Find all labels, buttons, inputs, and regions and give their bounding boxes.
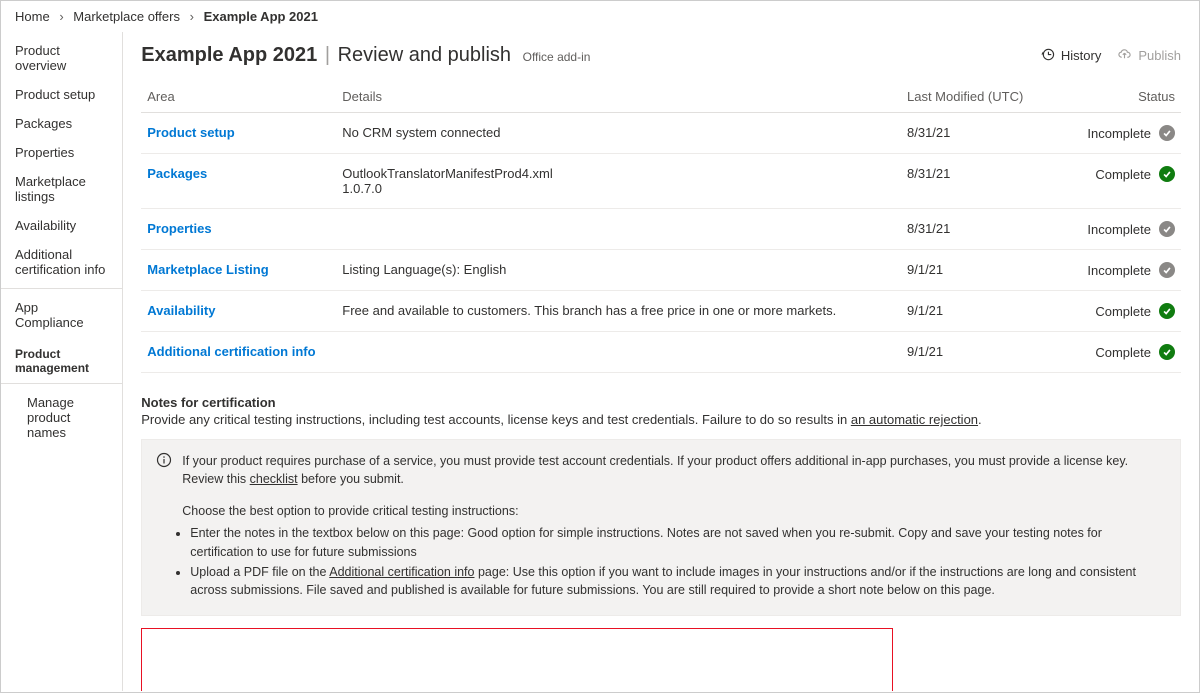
chevron-right-icon: › [190, 9, 194, 24]
additional-cert-info-link[interactable]: Additional certification info [329, 565, 474, 579]
table-row: Product setup No CRM system connected8/31… [141, 113, 1181, 154]
sidebar-item-app-compliance[interactable]: App Compliance [1, 293, 122, 337]
last-modified-cell: 9/1/21 [901, 250, 1041, 291]
sidebar-item-packages[interactable]: Packages [1, 109, 122, 138]
area-link[interactable]: Marketplace Listing [147, 262, 268, 277]
area-link[interactable]: Properties [147, 221, 211, 236]
table-row: Additional certification info 9/1/21 Compl… [141, 332, 1181, 373]
col-last-modified: Last Modified (UTC) [901, 81, 1041, 113]
incomplete-icon [1159, 125, 1175, 141]
history-button[interactable]: History [1040, 47, 1101, 65]
info-icon [156, 452, 172, 488]
table-row: Marketplace Listing Listing Language(s): … [141, 250, 1181, 291]
col-status: Status [1041, 81, 1181, 113]
sidebar-item-product-overview[interactable]: Product overview [1, 36, 122, 80]
status-table: Area Details Last Modified (UTC) Status … [141, 81, 1181, 373]
col-area: Area [141, 81, 336, 113]
sidebar-item-marketplace-listings[interactable]: Marketplace listings [1, 167, 122, 211]
sidebar-section-product-management: Product management [1, 337, 122, 379]
area-link[interactable]: Additional certification info [147, 344, 315, 359]
details-cell: Listing Language(s): English [336, 250, 901, 291]
status-text: Incomplete [1087, 126, 1151, 141]
details-cell [336, 209, 901, 250]
status-text: Incomplete [1087, 263, 1151, 278]
area-link[interactable]: Packages [147, 166, 207, 181]
details-cell [336, 332, 901, 373]
incomplete-icon [1159, 262, 1175, 278]
area-link[interactable]: Product setup [147, 125, 234, 140]
chevron-right-icon: › [59, 9, 63, 24]
sidebar: Product overview Product setup Packages … [1, 32, 123, 691]
last-modified-cell: 8/31/21 [901, 154, 1041, 209]
publish-icon [1117, 47, 1132, 65]
breadcrumb-current: Example App 2021 [204, 9, 318, 24]
publish-cmd-button: Publish [1117, 47, 1181, 65]
notes-info-box: If your product requires purchase of a s… [141, 439, 1181, 616]
notes-textarea[interactable] [141, 628, 893, 691]
sidebar-item-properties[interactable]: Properties [1, 138, 122, 167]
sidebar-item-additional-certification-info[interactable]: Additional certification info [1, 240, 122, 284]
page-title: Example App 2021 | Review and publish Of… [141, 44, 590, 67]
notes-subtitle: Provide any critical testing instruction… [141, 412, 1181, 427]
details-cell: No CRM system connected [336, 113, 901, 154]
status-text: Incomplete [1087, 222, 1151, 237]
details-cell: Free and available to customers. This br… [336, 291, 901, 332]
incomplete-icon [1159, 221, 1175, 237]
bullet-pdf-option: Upload a PDF file on the Additional cert… [190, 563, 1166, 599]
breadcrumb: Home › Marketplace offers › Example App … [1, 1, 1199, 32]
sidebar-item-availability[interactable]: Availability [1, 211, 122, 240]
history-icon [1040, 47, 1055, 65]
area-link[interactable]: Availability [147, 303, 215, 318]
table-row: Packages OutlookTranslatorManifestProd4.x… [141, 154, 1181, 209]
bullet-textbox-option: Enter the notes in the textbox below on … [190, 524, 1166, 560]
status-text: Complete [1095, 167, 1151, 182]
table-row: Availability Free and available to custom… [141, 291, 1181, 332]
last-modified-cell: 9/1/21 [901, 332, 1041, 373]
status-text: Complete [1095, 345, 1151, 360]
checkmark-icon [1159, 166, 1175, 182]
sidebar-item-product-setup[interactable]: Product setup [1, 80, 122, 109]
last-modified-cell: 8/31/21 [901, 209, 1041, 250]
sidebar-item-manage-product-names[interactable]: Manage product names [1, 388, 122, 447]
last-modified-cell: 8/31/21 [901, 113, 1041, 154]
breadcrumb-marketplace-offers[interactable]: Marketplace offers [73, 9, 180, 24]
last-modified-cell: 9/1/21 [901, 291, 1041, 332]
checkmark-icon [1159, 303, 1175, 319]
auto-rejection-link[interactable]: an automatic rejection [851, 412, 978, 427]
col-details: Details [336, 81, 901, 113]
checklist-link[interactable]: checklist [250, 472, 298, 486]
breadcrumb-home[interactable]: Home [15, 9, 50, 24]
notes-title: Notes for certification [141, 395, 1181, 410]
table-row: Properties 8/31/21 Incomplete [141, 209, 1181, 250]
status-text: Complete [1095, 304, 1151, 319]
checkmark-icon [1159, 344, 1175, 360]
details-cell: OutlookTranslatorManifestProd4.xml1.0.7.… [336, 154, 901, 209]
